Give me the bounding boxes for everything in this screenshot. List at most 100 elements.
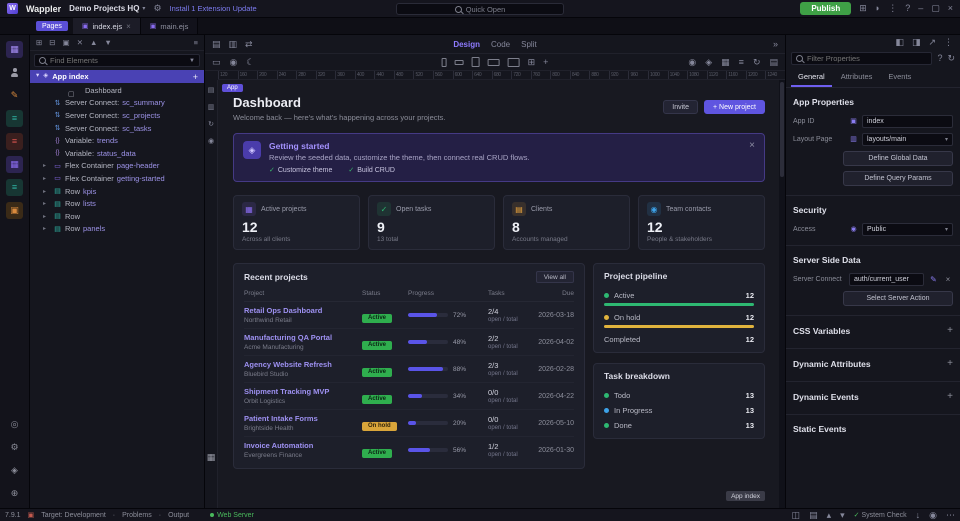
help-icon[interactable]: ? (937, 54, 942, 63)
table-row[interactable]: Shipment Tracking MVPOrbit LogisticsActi… (244, 383, 574, 410)
laptop-icon[interactable] (488, 59, 500, 66)
tree-item[interactable]: ▸▭Flex Containergetting-started (30, 172, 204, 185)
bell-icon[interactable]: ◉ (929, 511, 937, 520)
more-vert-icon[interactable]: ⋮ (888, 4, 897, 13)
page-manager-icon[interactable]: ▤ (212, 40, 221, 49)
project-name-link[interactable]: Agency Website Refresh (244, 360, 362, 369)
system-check[interactable]: ✓System Check (854, 511, 907, 519)
dock-right-icon[interactable]: ◨ (912, 38, 921, 47)
select-server-action-button[interactable]: Select Server Action (843, 291, 953, 306)
add-breakpoint-icon[interactable]: + (543, 58, 548, 67)
project-name-link[interactable]: Patient Intake Forms (244, 414, 362, 423)
access-select[interactable]: Public▾ (862, 223, 953, 236)
find-elements-search[interactable]: ▼ (34, 54, 200, 67)
table-row[interactable]: Patient Intake FormsBrightside HealthOn … (244, 410, 574, 437)
chevron-right-icon[interactable]: ▸ (43, 213, 50, 220)
tree-item[interactable]: ⇅Server Connect:sc_projects (30, 109, 204, 122)
publish-button[interactable]: Publish (800, 2, 851, 15)
dark-mode-moon-icon[interactable]: ☾ (246, 58, 254, 67)
popout-icon[interactable]: ↗ (928, 38, 936, 47)
chevron-right-icon[interactable]: ▸ (43, 175, 50, 182)
problems-label[interactable]: Problems (122, 512, 152, 519)
tree-item[interactable]: ▸▤Rowkpis (30, 185, 204, 198)
fit-width-icon[interactable]: ⊞ (528, 58, 536, 67)
server-data-icon[interactable]: ≡ (6, 133, 23, 150)
tab-general[interactable]: General (791, 70, 832, 87)
tree-item[interactable]: ▸▤Rowpanels (30, 223, 204, 236)
settings-icon[interactable]: ⚙ (6, 439, 23, 456)
refresh-icon[interactable]: ↻ (947, 54, 955, 63)
scrollbar-thumb[interactable] (780, 82, 784, 177)
table-row[interactable]: Agency Website RefreshBluebird StudioAct… (244, 356, 574, 383)
tab-main-ejs[interactable]: ▣ main.ejs (141, 18, 199, 34)
table-row[interactable]: Invoice AutomationEvergreens FinanceActi… (244, 437, 574, 463)
mode-split[interactable]: Split (521, 40, 537, 49)
mode-code[interactable]: Code (491, 40, 510, 49)
package-icon[interactable]: ▣ (6, 202, 23, 219)
tips-icon[interactable]: ◉ (688, 58, 696, 67)
pages-badge[interactable]: Pages (36, 21, 68, 31)
new-project-button[interactable]: + New project (704, 100, 765, 114)
close-icon[interactable]: × (948, 4, 953, 13)
define-global-data-button[interactable]: Define Global Data (843, 151, 953, 166)
theme-icon[interactable]: ◗ (875, 4, 880, 13)
scroll-up-icon[interactable]: ▴ (827, 511, 832, 520)
tree-root-app-index[interactable]: ▾ ◈ App index + (30, 70, 204, 83)
target-label[interactable]: Target: Development (41, 512, 106, 519)
user-icon[interactable] (6, 64, 23, 81)
app-id-input[interactable]: index (862, 115, 953, 128)
close-icon[interactable]: × (749, 140, 755, 151)
project-name-link[interactable]: Invoice Automation (244, 441, 362, 450)
find-elements-input[interactable] (50, 56, 185, 65)
table-row[interactable]: Retail Ops DashboardNorthwind RetailActi… (244, 302, 574, 329)
add-icon[interactable]: + (947, 358, 953, 369)
globe-icon[interactable]: ⊕ (6, 485, 23, 502)
tree-item[interactable]: ▸▭Flex Containerpage-header (30, 160, 204, 173)
layers-icon[interactable]: ≡ (6, 179, 23, 196)
mode-design[interactable]: Design (453, 40, 480, 49)
database-manager-icon[interactable]: ≡ (6, 110, 23, 127)
minimize-icon[interactable]: – (918, 4, 923, 13)
quick-open-button[interactable]: Quick Open (396, 3, 564, 15)
chevron-right-icon[interactable]: ▸ (43, 200, 50, 207)
refresh-icon[interactable]: ↻ (753, 58, 761, 67)
project-name-link[interactable]: Shipment Tracking MVP (244, 387, 362, 396)
filter-properties-field[interactable] (791, 52, 932, 65)
snippets-icon[interactable]: ▥ (208, 104, 215, 111)
chevron-right-icon[interactable]: ▸ (43, 162, 50, 169)
elements-icon[interactable]: ▤ (208, 87, 215, 94)
delete-icon[interactable]: ✕ (77, 39, 83, 47)
project-name-link[interactable]: Manufacturing QA Portal (244, 333, 362, 342)
edit-pencil-icon[interactable]: ✎ (928, 275, 939, 284)
account-badge-icon[interactable]: ◎ (6, 416, 23, 433)
routing-icon[interactable]: ⇄ (245, 40, 253, 49)
screenshot-icon[interactable]: ◉ (230, 58, 238, 67)
layout-toggle-icon[interactable]: ◫ (792, 511, 801, 520)
filter-properties-input[interactable] (807, 54, 927, 63)
project-name-link[interactable]: Retail Ops Dashboard (244, 306, 362, 315)
phone-icon[interactable] (442, 58, 447, 67)
tree-item[interactable]: {}Variable:trends (30, 134, 204, 147)
tab-attributes[interactable]: Attributes (834, 70, 880, 87)
app-element-badge[interactable]: App (222, 84, 243, 92)
filter-funnel-icon[interactable]: ▼ (189, 58, 195, 64)
chevron-right-icon[interactable]: ▸ (43, 188, 50, 195)
copy-icon[interactable]: ▣ (63, 39, 70, 47)
tree-item[interactable]: ⇅Server Connect:sc_tasks (30, 122, 204, 135)
tree-item[interactable]: ▸▤Row (30, 210, 204, 223)
expand-all-icon[interactable]: ⊞ (36, 39, 42, 47)
app-blocks-icon[interactable]: ▦ (6, 156, 23, 173)
grid-toggle-icon[interactable]: ▦ (207, 452, 216, 463)
scroll-down-icon[interactable]: ▾ (840, 511, 845, 520)
collapse-all-icon[interactable]: ⊟ (49, 39, 55, 47)
whats-new-icon[interactable]: ◈ (705, 58, 712, 67)
tree-item[interactable]: ▢Dashboard (30, 84, 204, 97)
layout-page-select[interactable]: layouts/main▾ (862, 133, 953, 146)
artboard-icon[interactable]: ▭ (212, 58, 221, 67)
extensions-icon[interactable]: ◈ (6, 462, 23, 479)
preview-eye-icon[interactable]: ◉ (208, 138, 214, 145)
project-selector[interactable]: Demo Projects HQ ▾ (69, 4, 145, 13)
gear-icon[interactable]: ⚙ (153, 4, 161, 13)
help-icon[interactable]: ? (905, 4, 910, 13)
more-icon[interactable]: ⋯ (946, 511, 955, 520)
